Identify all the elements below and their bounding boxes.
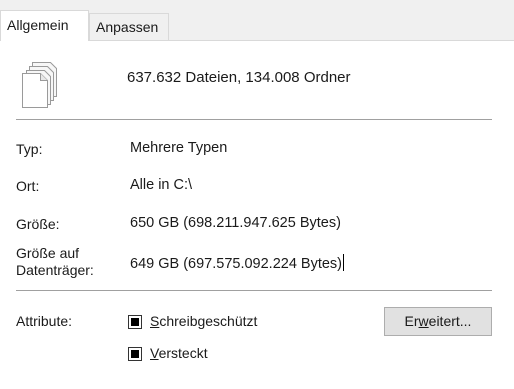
tab-strip: Allgemein Anpassen bbox=[0, 0, 514, 41]
type-label: Typ: bbox=[16, 141, 43, 157]
advanced-accelerator: w bbox=[418, 313, 429, 329]
attributes-label: Attribute: bbox=[16, 313, 73, 329]
separator-top bbox=[16, 119, 492, 120]
hidden-checkbox-label[interactable]: Versteckt bbox=[150, 345, 208, 361]
advanced-label-after: eitert... bbox=[428, 313, 472, 329]
size-on-disk-value-text: 649 GB (697.575.092.224 Bytes) bbox=[130, 256, 343, 272]
size-on-disk-label-line2: Datenträger: bbox=[16, 262, 94, 278]
type-value: Mehrere Typen bbox=[130, 140, 228, 156]
readonly-checkbox-label[interactable]: Schreibgeschützt bbox=[150, 313, 257, 329]
location-label: Ort: bbox=[16, 178, 40, 194]
advanced-label-before: Er bbox=[404, 313, 419, 329]
tab-customize-label: Anpassen bbox=[96, 19, 159, 35]
hidden-checkbox[interactable] bbox=[128, 347, 142, 361]
readonly-label-rest: chreibgeschützt bbox=[159, 313, 258, 329]
location-value: Alle in C:\ bbox=[130, 177, 193, 193]
text-cursor bbox=[343, 254, 345, 271]
tab-customize[interactable]: Anpassen bbox=[89, 13, 169, 40]
selection-summary: 637.632 Dateien, 134.008 Ordner bbox=[127, 69, 351, 86]
hidden-label-rest: ersteckt bbox=[158, 345, 208, 361]
separator-bottom bbox=[16, 290, 492, 291]
tab-general[interactable]: Allgemein bbox=[0, 10, 89, 41]
hidden-accelerator: V bbox=[150, 345, 159, 361]
indeterminate-mark bbox=[131, 350, 139, 358]
tab-general-label: Allgemein bbox=[7, 17, 69, 33]
size-on-disk-label-line1: Größe auf bbox=[16, 245, 80, 261]
size-value: 650 GB (698.211.947.625 Bytes) bbox=[130, 215, 341, 231]
readonly-accelerator: S bbox=[150, 313, 160, 329]
advanced-button[interactable]: Erweitert... bbox=[384, 307, 492, 336]
multiple-files-icon bbox=[22, 62, 57, 108]
indeterminate-mark bbox=[131, 318, 139, 326]
size-on-disk-label: Größe auf Datenträger: bbox=[16, 245, 94, 279]
readonly-checkbox[interactable] bbox=[128, 315, 142, 329]
size-on-disk-value[interactable]: 649 GB (697.575.092.224 Bytes) bbox=[130, 254, 345, 272]
size-label: Größe: bbox=[16, 216, 60, 232]
